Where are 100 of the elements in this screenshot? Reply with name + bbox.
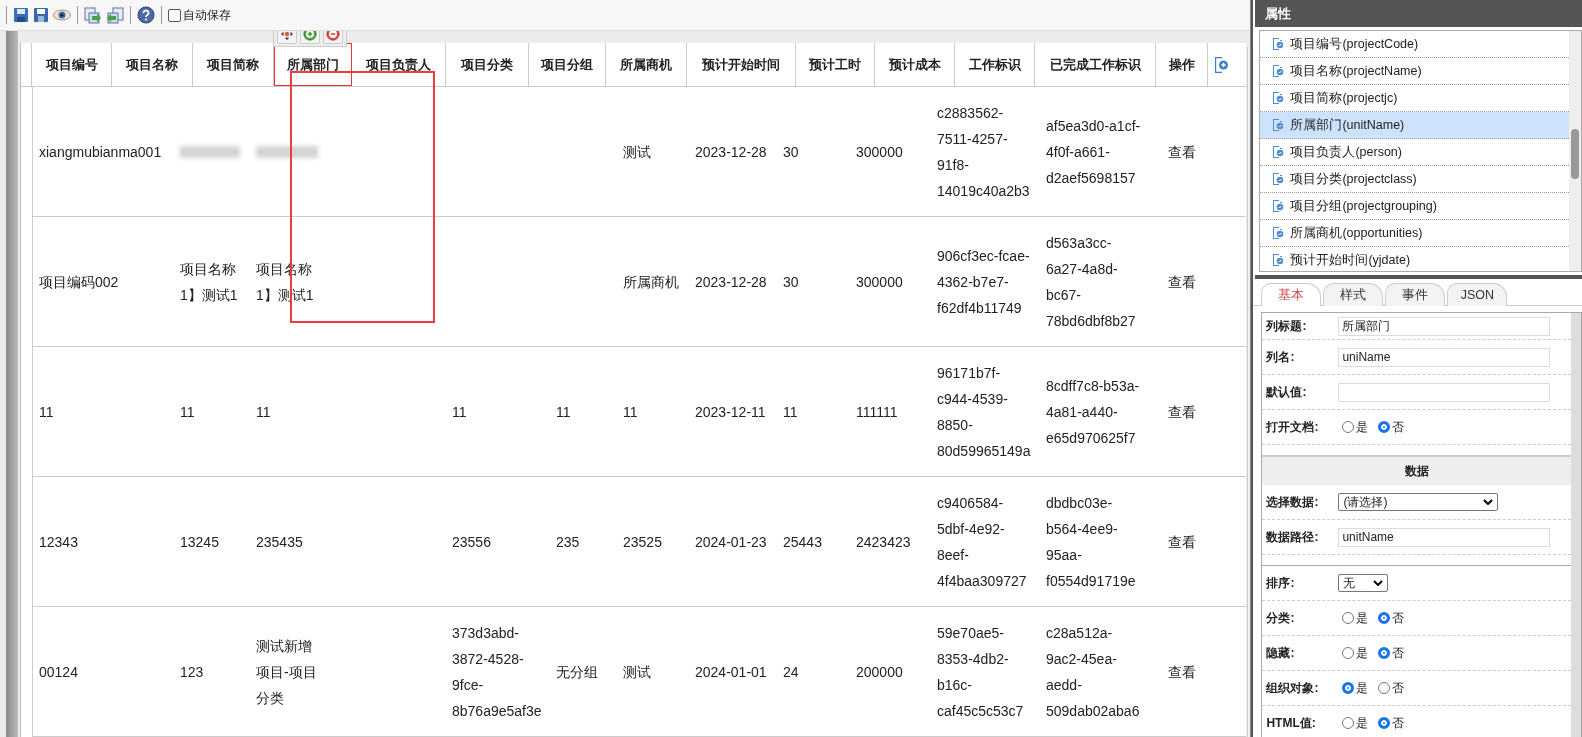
scrollbar[interactable] xyxy=(1571,313,1581,737)
table-cell-text: 11 xyxy=(39,402,54,422)
table-cell-text: 59e70ae5-8353-4db2-b16c-caf45c5c53c7 xyxy=(937,623,1025,721)
save-as-icon[interactable] xyxy=(33,7,49,23)
radio-label[interactable]: 是 xyxy=(1356,679,1369,697)
table-cell-text: 373d3abd-3872-4528-9fce-8b76a9e5af3e xyxy=(452,623,543,721)
column-header[interactable]: 工作标识 xyxy=(955,43,1035,86)
radio-button[interactable] xyxy=(1378,647,1391,659)
radio-button[interactable] xyxy=(1342,421,1355,433)
document-check-icon xyxy=(1272,172,1285,186)
field-label: 隐藏: xyxy=(1266,644,1296,662)
document-check-icon xyxy=(1272,226,1285,240)
radio-button[interactable] xyxy=(1342,612,1355,624)
field-item[interactable]: 所属部门(unitName) xyxy=(1260,112,1569,139)
field-label: 列名: xyxy=(1266,348,1296,366)
autosave-checkbox[interactable] xyxy=(168,8,181,22)
table-cell-text: d563a3cc-6a27-4a8d-bc67-78bd6dbf8b27 xyxy=(1046,233,1137,331)
caret-icon xyxy=(1483,499,1494,505)
scrollbar[interactable] xyxy=(1569,31,1581,271)
column-header[interactable]: 预计开始时间 xyxy=(687,43,796,86)
table-cell-text: 12343 xyxy=(39,532,78,552)
table-cell-text: 13245 xyxy=(180,532,219,552)
view-link[interactable]: 查看 xyxy=(1168,268,1196,295)
export-icon[interactable] xyxy=(106,6,124,24)
help-icon[interactable] xyxy=(137,6,155,24)
column-header[interactable]: 预计成本 xyxy=(875,43,955,86)
table-cell-text: c2883562-7511-4257-91f8-14019c40a2b3 xyxy=(937,103,1030,201)
column-header[interactable]: 项目编号 xyxy=(32,43,112,86)
column-header[interactable]: 操作 xyxy=(1156,43,1208,86)
radio-label[interactable]: 否 xyxy=(1392,714,1405,732)
radio-button[interactable] xyxy=(1342,682,1355,694)
table-cell-text: 2024-01-01 xyxy=(695,662,767,682)
column-header[interactable]: 预计工时 xyxy=(796,43,875,86)
tab[interactable]: 样式 xyxy=(1323,283,1384,306)
text-field[interactable] xyxy=(1338,382,1551,402)
caret-icon xyxy=(1373,580,1384,586)
view-link[interactable]: 查看 xyxy=(1168,398,1196,425)
document-check-icon xyxy=(1272,37,1285,51)
view-link[interactable]: 查看 xyxy=(1168,138,1196,165)
table-cell-text: 300000 xyxy=(856,142,903,162)
table-cell-text: 30 xyxy=(783,142,799,162)
radio-button[interactable] xyxy=(1342,647,1355,659)
column-header[interactable]: 项目负责人 xyxy=(352,43,446,86)
radio-label[interactable]: 是 xyxy=(1356,644,1369,662)
table-cell-text: 24 xyxy=(783,662,799,682)
table-cell-text: 96171b7f-c944-4539-8850-80d59965149a xyxy=(937,363,1031,461)
tab[interactable]: 基本 xyxy=(1261,283,1322,306)
table-cell-text: 11 xyxy=(623,402,638,422)
view-link[interactable]: 查看 xyxy=(1168,528,1196,555)
table-cell-text: 906cf3ec-fcae-4362-b7e7-f62df4b11749 xyxy=(937,246,1030,318)
text-field[interactable]: unitName xyxy=(1338,527,1551,547)
radio-label[interactable]: 是 xyxy=(1356,418,1369,436)
radio-button[interactable] xyxy=(1378,717,1391,729)
column-header[interactable]: 项目分组 xyxy=(529,43,606,86)
document-check-icon xyxy=(1272,91,1285,105)
radio-button[interactable] xyxy=(1342,717,1355,729)
radio-button[interactable] xyxy=(1378,612,1391,624)
radio-label[interactable]: 否 xyxy=(1392,418,1405,436)
table-cell-text: 测试新增项目-项目分类 xyxy=(256,636,318,708)
autosave-label[interactable]: 自动保存 xyxy=(183,6,231,24)
dropdown[interactable]: 无 xyxy=(1338,574,1389,592)
table-cell-text: 项目名称1】测试1 xyxy=(180,259,239,305)
radio-label[interactable]: 否 xyxy=(1392,609,1405,627)
column-header[interactable]: 所属商机 xyxy=(606,43,687,86)
document-check-icon xyxy=(1272,64,1285,78)
view-link[interactable]: 查看 xyxy=(1168,658,1196,685)
text-field[interactable]: 所属部门 xyxy=(1338,316,1551,336)
field-label: 默认值: xyxy=(1266,383,1308,401)
document-plus-icon[interactable] xyxy=(1212,55,1229,74)
table-cell-text: 2423423 xyxy=(856,532,911,552)
table-cell-text: 23556 xyxy=(452,532,491,552)
import-icon[interactable] xyxy=(84,6,102,24)
field-label: 数据路径: xyxy=(1266,528,1320,546)
field-label: 分类: xyxy=(1266,609,1296,627)
table-cell-text: 25443 xyxy=(783,532,822,552)
document-check-icon xyxy=(1272,199,1285,213)
radio-label[interactable]: 是 xyxy=(1356,714,1369,732)
column-header[interactable]: 项目名称 xyxy=(112,43,193,86)
table-cell-text: 2023-12-11 xyxy=(695,402,766,422)
radio-label[interactable]: 否 xyxy=(1392,679,1405,697)
table-cell-text: c28a512a-9ac2-45ea-aedd-509dab02aba6 xyxy=(1046,623,1141,721)
radio-button[interactable] xyxy=(1378,682,1391,694)
save-icon[interactable] xyxy=(13,7,29,23)
field-label: 组织对象: xyxy=(1266,679,1320,697)
tab[interactable]: JSON xyxy=(1447,283,1508,306)
document-check-icon xyxy=(1272,118,1285,132)
document-check-icon xyxy=(1272,145,1285,159)
radio-label[interactable]: 是 xyxy=(1356,609,1369,627)
eye-icon[interactable] xyxy=(53,9,71,21)
table-cell-text: 所属商机 xyxy=(623,272,679,292)
table-cell-text: xiangmubianma001 xyxy=(39,142,162,162)
column-header[interactable]: 已完成工作标识 xyxy=(1035,43,1156,86)
radio-button[interactable] xyxy=(1378,421,1391,433)
column-header[interactable]: 项目分类 xyxy=(446,43,529,86)
radio-label[interactable]: 否 xyxy=(1392,644,1405,662)
text-field[interactable]: uniName xyxy=(1338,347,1551,367)
table-cell-text: 2024-01-23 xyxy=(695,532,767,552)
table-cell-text: 8cdff7c8-b53a-4a81-a440-e65d970625f7 xyxy=(1046,376,1141,448)
tab[interactable]: 事件 xyxy=(1385,283,1446,306)
dropdown[interactable]: (请选择) xyxy=(1338,493,1499,511)
